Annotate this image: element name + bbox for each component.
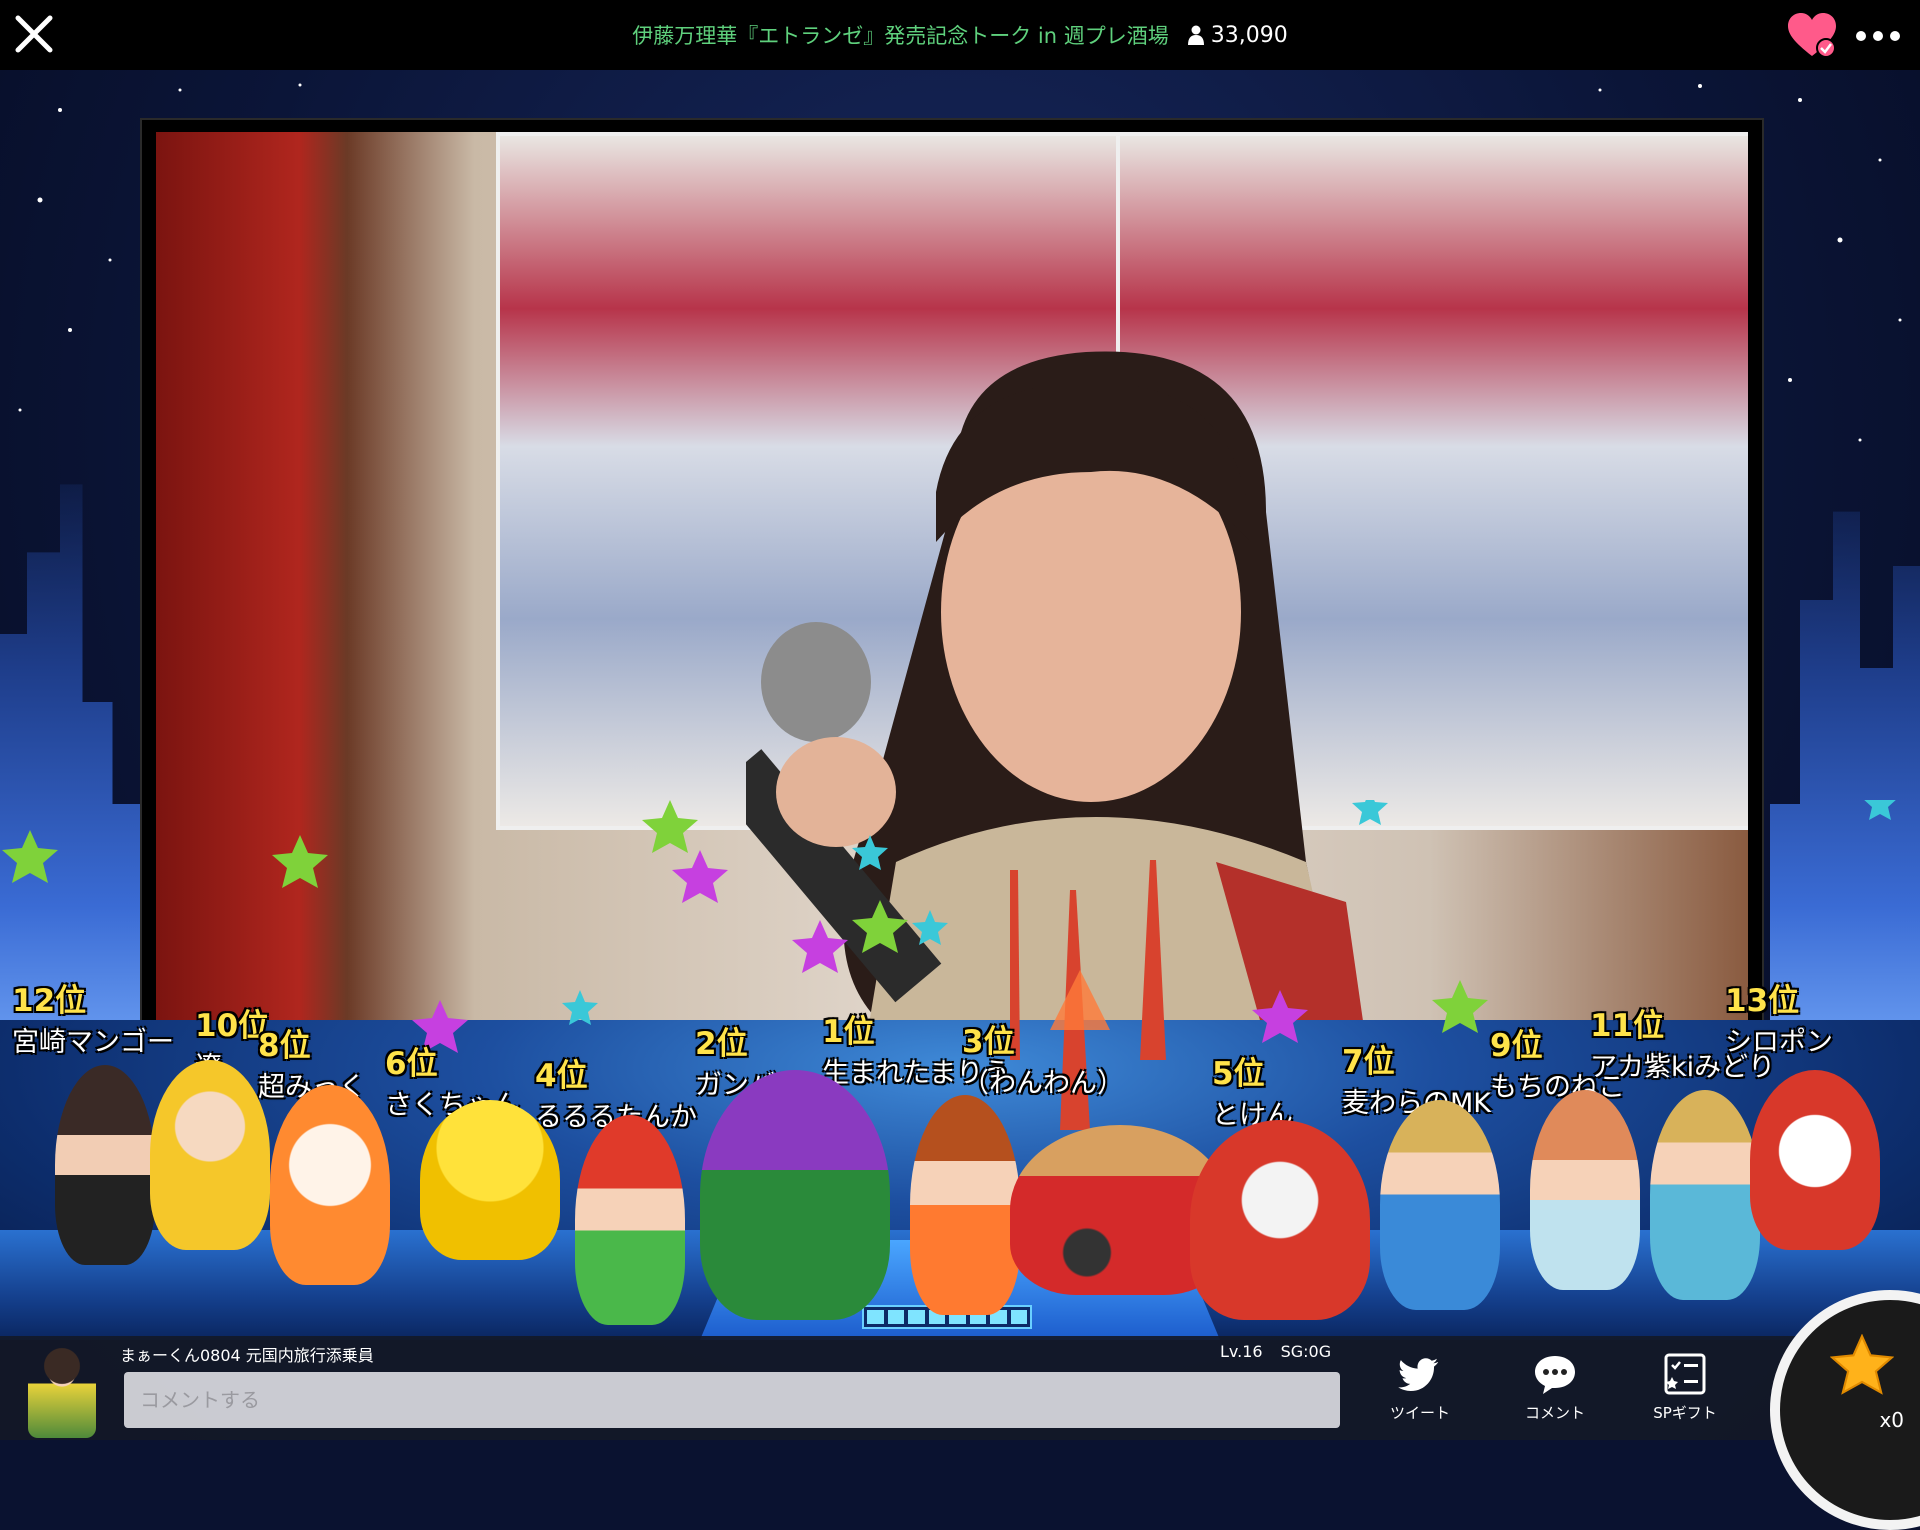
top-bar: 伊藤万理華『エトランゼ』発売記念トーク in 週プレ酒場 33,090	[0, 0, 1920, 70]
star-icon	[562, 990, 598, 1025]
supporter-avatar[interactable]	[270, 1085, 390, 1285]
supporter-avatar[interactable]	[1190, 1120, 1370, 1320]
more-icon	[1873, 31, 1883, 41]
floating-stars	[2, 800, 1896, 1053]
star-icon	[852, 835, 888, 870]
star-icon	[1864, 800, 1896, 820]
comment-bubble-icon	[1535, 1356, 1575, 1394]
sp-gift-label: SPギフト	[1653, 1404, 1717, 1422]
more-icon	[1856, 31, 1866, 41]
comment-button[interactable]: コメント	[1505, 1352, 1605, 1438]
supporter-avatar[interactable]	[150, 1060, 270, 1250]
bottom-bar: まぁーくん0804 元国内旅行添乗員 Lv.16 SG:0G ツイート コメント…	[0, 1336, 1920, 1440]
star-icon	[1432, 980, 1488, 1033]
gift-list-icon	[1664, 1353, 1706, 1395]
twitter-icon	[1398, 1358, 1439, 1391]
comment-label: コメント	[1524, 1404, 1585, 1422]
tweet-label: ツイート	[1389, 1404, 1450, 1422]
supporter-avatar[interactable]	[55, 1065, 155, 1265]
supporter-avatar[interactable]	[1750, 1070, 1880, 1250]
supporter-avatar[interactable]	[575, 1115, 685, 1325]
supporter-avatar[interactable]	[1650, 1090, 1760, 1300]
avatar[interactable]	[28, 1338, 96, 1438]
gift-count: x0	[1879, 1408, 1904, 1432]
star-icon	[1352, 800, 1388, 825]
user-stats: Lv.16 SG:0G	[1220, 1342, 1331, 1361]
stream-title-bar: 伊藤万理華『エトランゼ』発売記念トーク in 週プレ酒場 33,090	[0, 0, 1920, 70]
gift-star-button[interactable]: x0	[1770, 1290, 1920, 1530]
favorite-button[interactable]	[1784, 8, 1840, 64]
star-icon	[642, 800, 698, 853]
supporter-avatar[interactable]	[1380, 1100, 1500, 1310]
supporter-avatar[interactable]	[420, 1100, 560, 1260]
star-icon	[852, 900, 908, 953]
user-name: まぁーくん0804 元国内旅行添乗員	[120, 1346, 374, 1365]
stream-title: 伊藤万理華『エトランゼ』発売記念トーク in 週プレ酒場	[632, 24, 1169, 48]
more-icon	[1890, 31, 1900, 41]
star-icon	[1830, 1334, 1894, 1395]
star-icon	[792, 920, 848, 973]
supporter-avatar[interactable]	[700, 1070, 890, 1320]
star-icon	[2, 830, 58, 883]
star-icon	[912, 910, 948, 945]
person-icon	[1187, 25, 1204, 45]
tweet-button[interactable]: ツイート	[1370, 1352, 1470, 1438]
star-icon	[672, 850, 728, 903]
user-sg: SG:0G	[1280, 1342, 1332, 1361]
heart-icon	[1788, 13, 1836, 58]
comment-input[interactable]	[124, 1372, 1340, 1428]
supporter-avatar[interactable]	[910, 1095, 1020, 1315]
star-icon	[272, 835, 328, 888]
viewer-count: 33,090	[1187, 23, 1288, 48]
viewer-count-value: 33,090	[1210, 22, 1288, 48]
supporter-avatar[interactable]	[1530, 1090, 1640, 1290]
star-icon	[1252, 990, 1308, 1043]
star-icon	[412, 1000, 468, 1053]
more-options-button[interactable]	[1846, 8, 1910, 64]
user-level: Lv.16	[1220, 1342, 1263, 1361]
sp-gift-button[interactable]: SPギフト	[1635, 1352, 1735, 1438]
